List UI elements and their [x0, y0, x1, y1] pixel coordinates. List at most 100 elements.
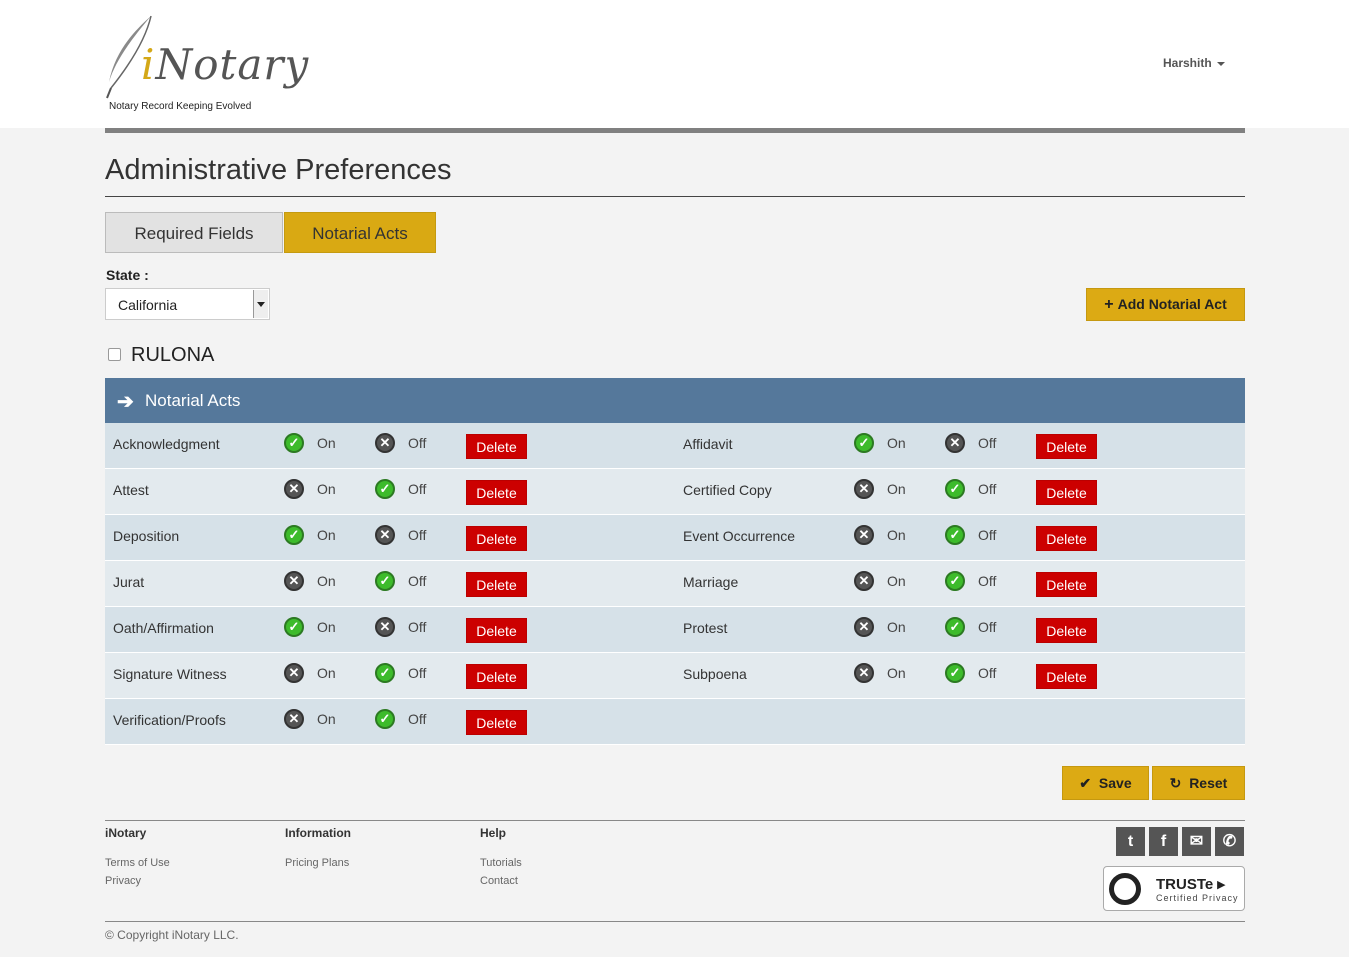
- delete-button[interactable]: Delete: [1036, 480, 1097, 505]
- on-label: On: [317, 435, 336, 451]
- tutorials-link[interactable]: Tutorials: [480, 854, 522, 872]
- pricing-plans-link[interactable]: Pricing Plans: [285, 854, 351, 872]
- table-row: Verification/Proofs ✕ On ✓ Off Delete: [105, 699, 1245, 745]
- act-name: Affidavit: [683, 436, 733, 452]
- act-name: Event Occurrence: [683, 528, 796, 544]
- rulona-checkbox[interactable]: [108, 348, 121, 361]
- check-icon: ✔: [1079, 775, 1092, 791]
- on-label: On: [887, 527, 906, 543]
- check-circle-icon[interactable]: ✓: [375, 571, 395, 591]
- x-circle-icon[interactable]: ✕: [375, 433, 395, 453]
- on-label: On: [887, 573, 906, 589]
- tab-notarial-acts[interactable]: Notarial Acts: [284, 212, 436, 253]
- act-name: Oath/Affirmation: [113, 620, 214, 636]
- x-circle-icon[interactable]: ✕: [375, 617, 395, 637]
- add-notarial-act-label: Add Notarial Act: [1117, 296, 1227, 312]
- delete-button[interactable]: Delete: [466, 710, 527, 735]
- off-label: Off: [978, 435, 997, 451]
- check-circle-icon[interactable]: ✓: [284, 525, 304, 545]
- x-circle-icon[interactable]: ✕: [375, 525, 395, 545]
- select-arrow-icon: [253, 290, 268, 318]
- x-circle-icon[interactable]: ✕: [284, 479, 304, 499]
- notarial-act-item: Attest ✕ On ✓ Off Delete: [105, 469, 675, 515]
- truste-subtitle: Certified Privacy: [1156, 893, 1239, 903]
- tab-required-fields[interactable]: Required Fields: [105, 212, 283, 253]
- arrow-right-icon: ➔: [117, 391, 134, 413]
- delete-button[interactable]: Delete: [1036, 664, 1097, 689]
- notarial-act-item: Subpoena ✕ On ✓ Off Delete: [675, 653, 1245, 699]
- truste-badge[interactable]: TRUSTe ▸ Certified Privacy: [1103, 866, 1245, 911]
- table-row: Oath/Affirmation ✓ On ✕ Off Delete Protest ✕ On ✓…: [105, 607, 1245, 653]
- check-circle-icon[interactable]: ✓: [284, 433, 304, 453]
- notarial-act-item: Acknowledgment ✓ On ✕ Off Delete: [105, 423, 675, 469]
- contact-link[interactable]: Contact: [480, 872, 522, 890]
- email-icon[interactable]: ✉: [1182, 827, 1211, 856]
- logo-tagline: Notary Record Keeping Evolved: [109, 101, 252, 112]
- x-circle-icon[interactable]: ✕: [854, 571, 874, 591]
- save-label: Save: [1098, 775, 1132, 791]
- check-circle-icon[interactable]: ✓: [945, 525, 965, 545]
- act-name: Attest: [113, 482, 149, 498]
- delete-button[interactable]: Delete: [466, 526, 527, 551]
- check-circle-icon[interactable]: ✓: [375, 479, 395, 499]
- delete-button[interactable]: Delete: [1036, 618, 1097, 643]
- header-divider: [105, 128, 1245, 133]
- notarial-acts-panel-header: ➔ Notarial Acts: [105, 378, 1245, 423]
- off-label: Off: [408, 711, 427, 727]
- off-label: Off: [408, 619, 427, 635]
- delete-button[interactable]: Delete: [466, 434, 527, 459]
- check-circle-icon[interactable]: ✓: [945, 479, 965, 499]
- table-row: Acknowledgment ✓ On ✕ Off Delete Affidavit ✓ On ✕…: [105, 423, 1245, 469]
- delete-button[interactable]: Delete: [466, 664, 527, 689]
- check-circle-icon[interactable]: ✓: [945, 571, 965, 591]
- x-circle-icon[interactable]: ✕: [854, 663, 874, 683]
- state-select[interactable]: California: [105, 288, 270, 320]
- privacy-link[interactable]: Privacy: [105, 872, 170, 890]
- off-label: Off: [978, 665, 997, 681]
- terms-of-use-link[interactable]: Terms of Use: [105, 854, 170, 872]
- x-circle-icon[interactable]: ✕: [945, 433, 965, 453]
- delete-button[interactable]: Delete: [1036, 434, 1097, 459]
- facebook-icon[interactable]: f: [1149, 827, 1178, 856]
- save-button[interactable]: ✔ Save: [1062, 766, 1149, 800]
- table-row: Jurat ✕ On ✓ Off Delete Marriage ✕ On ✓ Off Delete: [105, 561, 1245, 607]
- inotary-logo[interactable]: iNotary Notary Record Keeping Evolved: [103, 12, 308, 116]
- x-circle-icon[interactable]: ✕: [284, 571, 304, 591]
- reset-button[interactable]: ↻ Reset: [1152, 766, 1245, 800]
- check-circle-icon[interactable]: ✓: [945, 663, 965, 683]
- delete-button[interactable]: Delete: [466, 618, 527, 643]
- delete-button[interactable]: Delete: [466, 480, 527, 505]
- notarial-act-item: Oath/Affirmation ✓ On ✕ Off Delete: [105, 607, 675, 653]
- reset-label: Reset: [1189, 775, 1228, 791]
- on-label: On: [317, 711, 336, 727]
- delete-button[interactable]: Delete: [466, 572, 527, 597]
- act-name: Signature Witness: [113, 666, 227, 682]
- delete-button[interactable]: Delete: [1036, 572, 1097, 597]
- x-circle-icon[interactable]: ✕: [854, 525, 874, 545]
- x-circle-icon[interactable]: ✕: [854, 617, 874, 637]
- off-label: Off: [408, 481, 427, 497]
- table-row: Attest ✕ On ✓ Off Delete Certified Copy ✕ On ✓ Off…: [105, 469, 1245, 515]
- user-name: Harshith: [1163, 56, 1212, 70]
- x-circle-icon[interactable]: ✕: [854, 479, 874, 499]
- check-circle-icon[interactable]: ✓: [375, 709, 395, 729]
- check-circle-icon[interactable]: ✓: [375, 663, 395, 683]
- add-notarial-act-button[interactable]: + Add Notarial Act: [1086, 288, 1245, 321]
- twitter-icon[interactable]: t: [1116, 827, 1145, 856]
- footer-heading: Help: [480, 826, 507, 840]
- state-label: State :: [106, 267, 149, 283]
- check-circle-icon[interactable]: ✓: [945, 617, 965, 637]
- off-label: Off: [408, 573, 427, 589]
- truste-name: TRUSTe ▸: [1156, 876, 1225, 893]
- x-circle-icon[interactable]: ✕: [284, 709, 304, 729]
- page-title: Administrative Preferences: [105, 154, 452, 186]
- truste-seal-icon: [1106, 868, 1141, 905]
- delete-button[interactable]: Delete: [1036, 526, 1097, 551]
- user-menu-dropdown[interactable]: Harshith: [1163, 56, 1225, 70]
- check-circle-icon[interactable]: ✓: [854, 433, 874, 453]
- check-circle-icon[interactable]: ✓: [284, 617, 304, 637]
- footer-column-inotary: iNotary Terms of Use Privacy: [105, 826, 170, 890]
- phone-icon[interactable]: ✆: [1215, 827, 1244, 856]
- off-label: Off: [408, 665, 427, 681]
- x-circle-icon[interactable]: ✕: [284, 663, 304, 683]
